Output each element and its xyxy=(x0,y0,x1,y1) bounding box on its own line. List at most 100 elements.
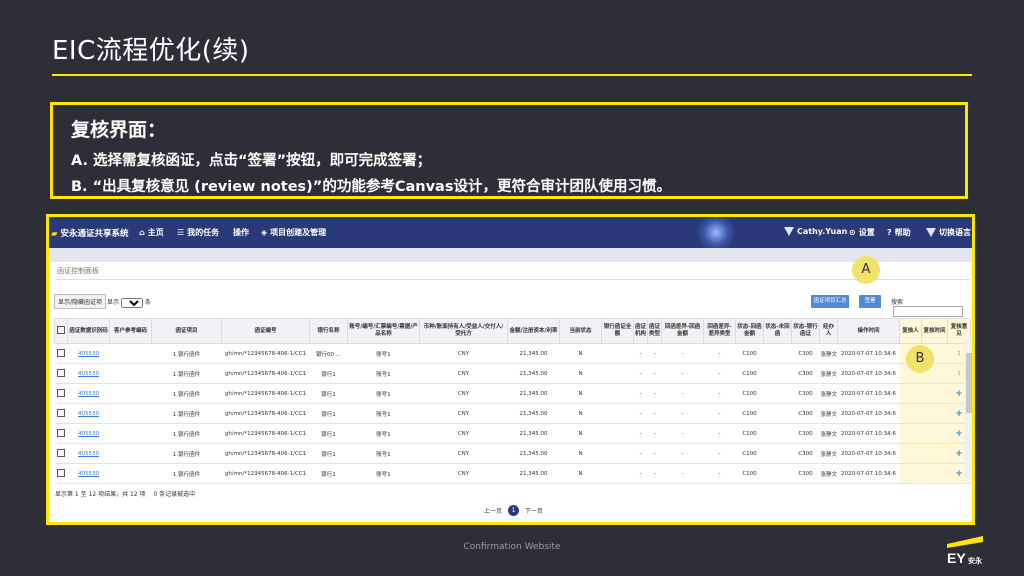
show-hide-columns-button[interactable]: 显示/隐藏函证项 xyxy=(54,294,107,309)
nav-my-tasks[interactable]: ☰ 我的任务 xyxy=(177,227,219,238)
table-cell-acct: 账号1 xyxy=(347,403,420,424)
column-header[interactable]: 金额/注册资本/利率 xyxy=(507,318,560,344)
table-row[interactable]: 405530 1.银行函件 gh/mn/*12345678-406-1/CC1 银行1… xyxy=(54,383,971,404)
nav-projects[interactable]: ◈ 项目创建及管理 xyxy=(261,227,326,238)
table-cell-time: 2020-07-07 10:34:6 xyxy=(837,463,900,484)
summary-button[interactable]: 函证项目汇总 xyxy=(811,295,849,308)
select-all-header[interactable] xyxy=(54,318,68,344)
column-header[interactable]: 回函差异-差异类型 xyxy=(703,318,736,344)
column-header[interactable]: 操作时间 xyxy=(837,318,900,344)
table-cell-blank2 xyxy=(601,443,634,464)
add-review-note-icon[interactable]: + xyxy=(955,469,963,479)
column-header[interactable]: 当前状态 xyxy=(559,318,602,344)
table-row[interactable]: 405530 1.银行函件 gh/mn/*12345678-406-1/CC1 银行1… xyxy=(54,363,971,384)
table-cell-c2: C300 xyxy=(791,463,820,484)
current-page-button[interactable]: 1 xyxy=(508,505,520,516)
table-row[interactable]: 405530 1.银行函件 gh/mn/*12345678-406-1/CC1 银行1… xyxy=(54,463,971,484)
row-checkbox-cell[interactable] xyxy=(54,403,68,424)
table-cell-d1: - xyxy=(633,423,648,444)
row-checkbox-cell[interactable] xyxy=(54,443,68,464)
table-cell-blank xyxy=(109,343,152,364)
table-cell-id[interactable]: 405530 xyxy=(67,403,110,424)
row-checkbox[interactable] xyxy=(57,388,65,397)
add-review-note-icon[interactable]: + xyxy=(955,429,963,439)
prev-page-button[interactable]: 上一页 xyxy=(484,506,502,515)
column-header[interactable]: 状态-银行函证 xyxy=(791,318,820,344)
row-checkbox[interactable] xyxy=(57,448,65,457)
column-header[interactable]: 函证项目 xyxy=(151,318,222,344)
table-cell-amt: 21,345.00 xyxy=(507,343,560,364)
table-cell-id[interactable]: 405530 xyxy=(67,423,110,444)
column-header[interactable]: 经办人 xyxy=(819,318,838,344)
table-cell-d1: - xyxy=(633,383,648,404)
add-review-note-icon[interactable]: + xyxy=(955,449,963,459)
ey-logo: EY 安永 xyxy=(947,536,983,566)
table-cell-id[interactable]: 405530 xyxy=(67,443,110,464)
column-header[interactable]: 回函差异-回函金额 xyxy=(661,318,704,344)
review-note-count[interactable]: 2 xyxy=(957,351,961,357)
table-row[interactable]: 405530 1.银行函件 gh/mn/*12345678-406-1/CC1 银行1… xyxy=(54,403,971,424)
table-row[interactable]: 405530 1.银行函件 gh/mn/*12345678-406-1/CC1 银行0… xyxy=(54,343,971,364)
row-checkbox[interactable] xyxy=(57,428,65,437)
next-page-button[interactable]: 下一页 xyxy=(525,506,543,515)
app-brand[interactable]: ▰ 安永通证共享系统 xyxy=(51,227,129,239)
page-length-select[interactable]: 100 xyxy=(120,298,143,308)
column-header[interactable]: 复核人 xyxy=(899,318,922,344)
column-header[interactable]: 函证数据识别码 xyxy=(67,318,110,344)
table-row[interactable]: 405530 1.银行函件 gh/mn/*12345678-406-1/CC1 银行1… xyxy=(54,423,971,444)
row-checkbox[interactable] xyxy=(57,368,65,377)
select-all-checkbox[interactable] xyxy=(57,325,65,334)
table-scrollbar[interactable] xyxy=(965,339,972,479)
table-cell-id[interactable]: 405530 xyxy=(67,463,110,484)
nav-operations[interactable]: 操作 xyxy=(233,227,249,238)
review-note-count[interactable]: 1 xyxy=(957,371,961,377)
table-cell-id[interactable]: 405530 xyxy=(67,383,110,404)
scrollbar-thumb[interactable] xyxy=(966,353,972,413)
add-review-note-icon[interactable]: + xyxy=(955,389,963,399)
settings-link[interactable]: ⊙ 设置 xyxy=(849,227,875,238)
row-checkbox-cell[interactable] xyxy=(54,383,68,404)
column-header[interactable]: 状态-未回函 xyxy=(763,318,792,344)
column-header[interactable]: 函证机构 xyxy=(633,318,648,344)
table-cell-status: N xyxy=(559,403,602,424)
row-checkbox-cell[interactable] xyxy=(54,363,68,384)
help-icon: ? xyxy=(887,228,892,237)
nav-projects-label: 项目创建及管理 xyxy=(270,228,327,237)
user-menu[interactable]: Cathy.Yuan xyxy=(784,227,847,236)
row-checkbox-cell[interactable] xyxy=(54,463,68,484)
table-cell-id[interactable]: 405530 xyxy=(67,363,110,384)
table-cell-user: 张静文 xyxy=(819,403,838,424)
row-checkbox[interactable] xyxy=(57,348,65,357)
table-count: 显示第 1 至 12 项结果，共 12 项 xyxy=(55,491,146,498)
column-header[interactable]: 复核时间 xyxy=(921,318,948,344)
row-checkbox-cell[interactable] xyxy=(54,423,68,444)
table-row[interactable]: 405530 1.银行函件 gh/mn/*12345678-406-1/CC1 银行1… xyxy=(54,443,971,464)
column-header[interactable]: 客户参考编码 xyxy=(109,318,152,344)
language-icon xyxy=(926,228,936,237)
help-link[interactable]: ? 帮助 xyxy=(887,227,911,238)
column-header[interactable]: 函证类型 xyxy=(647,318,662,344)
column-header[interactable]: 币种/账面持有人/受益人/交付人/受托方 xyxy=(419,318,508,344)
language-switch[interactable]: 切换语言 xyxy=(926,227,971,238)
nav-home[interactable]: ⌂ 主页 xyxy=(139,227,164,238)
row-checkbox[interactable] xyxy=(57,408,65,417)
description-item-b: B. “出具复核意见 (review notes)”的功能参考Canvas设计，… xyxy=(71,179,671,195)
column-header[interactable]: 银行函证全额 xyxy=(601,318,634,344)
pagination: 上一页 1 下一页 xyxy=(484,505,543,516)
table-cell-id[interactable]: 405530 xyxy=(67,343,110,364)
table-cell-blank3 xyxy=(763,443,792,464)
column-header[interactable]: 账号/编号/汇票编号/票据/产品名称 xyxy=(347,318,420,344)
column-header[interactable]: 状态-回函金额 xyxy=(735,318,764,344)
column-header[interactable]: 银行名称 xyxy=(309,318,348,344)
row-checkbox-cell[interactable] xyxy=(54,343,68,364)
table-cell-acct: 账号1 xyxy=(347,423,420,444)
search-input[interactable] xyxy=(893,306,963,317)
column-header[interactable]: 函证编号 xyxy=(221,318,310,344)
sign-button[interactable]: 签署 xyxy=(859,295,881,308)
table-cell-item: 1.银行函件 xyxy=(151,463,222,484)
row-checkbox[interactable] xyxy=(57,468,65,477)
table-cell-user: 张静文 xyxy=(819,463,838,484)
table-info: 显示第 1 至 12 项结果，共 12 项 0 条记录被选中 xyxy=(55,489,195,498)
add-review-note-icon[interactable]: + xyxy=(955,409,963,419)
table-cell-c2: C300 xyxy=(791,423,820,444)
